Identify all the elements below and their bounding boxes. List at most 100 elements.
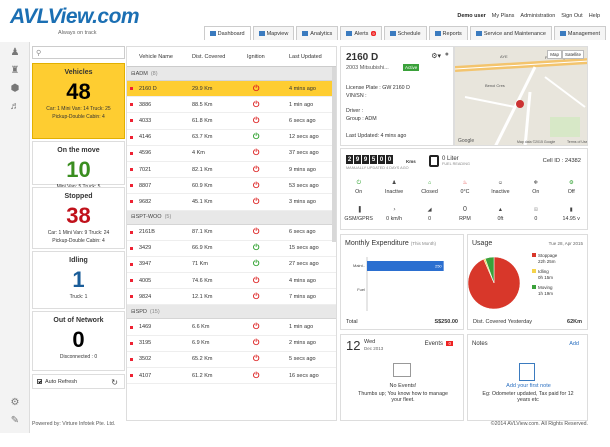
vehicle-name: 4005 xyxy=(139,277,152,284)
expenditure-chart: Maint.. 250 Fuel xyxy=(353,257,444,311)
map-type-control[interactable]: Map Satellite xyxy=(547,50,584,59)
power-icon: ⏻ xyxy=(253,115,260,125)
card-count: 1 xyxy=(72,267,85,292)
vehicle-name: 9824 xyxy=(139,293,152,300)
summary-card[interactable]: Vehicles 48 Car: 1 Mini Van: 14 Truck: 25 P… xyxy=(32,63,125,139)
distance: 65.2 Km xyxy=(192,356,213,363)
usage-chart: Stoppage22h 25m Idling0h 15m Moving1h 19m xyxy=(468,253,558,310)
distance: 63.7 Km xyxy=(192,134,213,141)
ignition-cell: ⏻ xyxy=(247,323,289,331)
calendar-icon xyxy=(393,363,411,377)
tab-analytics[interactable]: Analytics xyxy=(296,26,339,40)
table-scrollbar[interactable] xyxy=(332,67,336,242)
total-value: S$250.00 xyxy=(434,319,458,325)
bar-category-label: Fuel xyxy=(357,287,365,292)
add-note-button[interactable]: Add xyxy=(569,341,579,347)
satellite-icon: ☉ xyxy=(533,207,539,213)
ignition-cell: ⏻ xyxy=(247,100,289,109)
last-updated: 4 mins ago xyxy=(289,277,316,284)
map-label-aye: AYE xyxy=(500,54,508,59)
table-row[interactable]: 7021 82.1 Km ⏻ 9 mins ago xyxy=(127,162,336,179)
tab-reports[interactable]: Reports xyxy=(428,26,468,40)
tab-alerts[interactable]: Alerts 9 xyxy=(340,26,382,40)
table-group[interactable]: ⊟ SPT-WOO (5) xyxy=(127,210,336,225)
tab-service-and-maintenance[interactable]: Service and Maintenance xyxy=(469,26,552,40)
status-label: Inactive xyxy=(385,189,404,195)
distance: 82.1 Km xyxy=(192,166,213,173)
vehicle-name: 1469 xyxy=(139,324,152,331)
status-label: 0 km/h xyxy=(386,216,403,222)
link-sign-out[interactable]: Sign Out xyxy=(561,13,582,19)
link-help[interactable]: Help xyxy=(589,13,600,19)
map-button[interactable]: Map xyxy=(547,50,562,59)
group: Group : ADM xyxy=(346,116,377,122)
distance: 61.2 Km xyxy=(192,372,213,379)
tab-label: Service and Maintenance xyxy=(483,30,546,37)
tab-mapview[interactable]: Mapview xyxy=(252,26,295,40)
search-box[interactable]: ⚲ xyxy=(32,46,125,59)
header-updated[interactable]: Last Updated xyxy=(289,54,335,60)
table-row[interactable]: 4146 63.7 Km ⏻ 12 secs ago xyxy=(127,130,336,146)
temperature-icon: ♨ xyxy=(462,180,468,186)
driver-icon[interactable]: ♬ xyxy=(9,102,21,112)
add-first-note[interactable]: Add your first note xyxy=(468,383,589,389)
table-row[interactable]: 3429 66.9 Km ⏻ 15 secs ago xyxy=(127,241,336,257)
tab-schedule[interactable]: Schedule xyxy=(383,26,427,40)
auto-refresh[interactable]: Auto Refresh ↻ xyxy=(32,374,125,389)
group-icon[interactable]: ♜ xyxy=(9,66,21,76)
table-row[interactable]: 3502 65.2 Km ⏻ 5 secs ago xyxy=(127,352,336,368)
pin-icon[interactable]: ● xyxy=(445,51,449,58)
vehicle-status-panel: 2 9 9 5 0 0 Kms MANUALLY UPDATED 4 DAYS AGO 0 … xyxy=(340,148,588,230)
header-vehicle[interactable]: Vehicle Name xyxy=(135,54,192,60)
table-row[interactable]: 2160 D 29.9 Km ⏻ 4 mins ago xyxy=(127,81,336,98)
vehicle-name: 2160 D xyxy=(139,85,157,92)
table-row[interactable]: 9824 12.1 Km ⏻ 7 mins ago xyxy=(127,289,336,306)
tab-dashboard[interactable]: Dashboard xyxy=(203,26,251,40)
link-my-plans[interactable]: My Plans xyxy=(492,13,515,19)
map-panel[interactable]: Pioneer Flyover AYE Benoi Cres Google Ma… xyxy=(454,46,588,146)
table-group[interactable]: ⊟ SPD (15) xyxy=(127,305,336,320)
power-icon: ⏻ xyxy=(253,164,260,174)
settings-icon[interactable]: ⚙ xyxy=(9,398,21,408)
table-row[interactable]: 4005 74.6 Km ⏻ 4 mins ago xyxy=(127,273,336,290)
summary-card[interactable]: Stopped 38 Car: 1 Mini Van: 9 Truck: 24 Pic… xyxy=(32,187,125,249)
satellite-button[interactable]: Satellite xyxy=(561,50,584,59)
table-row[interactable]: 8807 60.9 Km ⏻ 53 secs ago xyxy=(127,178,336,195)
map-data: Map data ©2015 Google xyxy=(517,140,555,144)
user-icon[interactable]: ♟ xyxy=(9,48,21,58)
table-row[interactable]: 3886 88.5 Km ⏻ 1 min ago xyxy=(127,97,336,114)
table-row[interactable]: 1469 6.6 Km ⏻ 1 min ago xyxy=(127,319,336,336)
events-empty: No Events! xyxy=(389,383,417,389)
summary-card[interactable]: Idling 1 Truck: 1 xyxy=(32,251,125,309)
map-terms[interactable]: Terms of Use xyxy=(567,140,588,144)
table-row[interactable]: 9682 45.1 Km ⏻ 3 mins ago xyxy=(127,194,336,211)
vehicle-model: 2003 Mitsubishi... xyxy=(346,65,389,71)
table-row[interactable]: 4107 61.2 Km ⏻ 16 secs ago xyxy=(127,368,336,385)
table-row[interactable]: 4033 61.8 Km ⏻ 6 secs ago xyxy=(127,113,336,130)
link-administration[interactable]: Administration xyxy=(520,13,555,19)
map-canvas[interactable]: Pioneer Flyover AYE Benoi Cres Google Ma… xyxy=(455,47,588,146)
table-row[interactable]: 4596 4 Km ⏻ 37 secs ago xyxy=(127,146,336,162)
table-row[interactable]: 3947 71 Km ⏻ 27 secs ago xyxy=(127,257,336,274)
legend-duration: 1h 19m xyxy=(538,291,553,296)
summary-card[interactable]: Out of Network 0 Disconnected : 0 xyxy=(32,311,125,371)
events-msg: Thumbs up; You know how to manage your f… xyxy=(358,391,448,403)
gear-icon[interactable]: ⚙▾ xyxy=(431,52,441,60)
summary-card[interactable]: On the move10Mini Van: 5 Truck: 5 xyxy=(32,141,125,190)
header-distance[interactable]: Dist. Covered xyxy=(192,54,247,60)
card-count: 48 xyxy=(66,79,91,104)
table-row[interactable]: 2161B 87.1 Km ⏻ 6 secs ago xyxy=(127,225,336,241)
tab-management[interactable]: Management xyxy=(553,26,606,40)
user-name[interactable]: Demo user xyxy=(457,13,485,19)
status-item: ♨ 0°C xyxy=(447,177,482,195)
auto-refresh-checkbox[interactable] xyxy=(37,379,42,384)
table-row[interactable]: 3195 6.9 Km ⏻ 2 mins ago xyxy=(127,336,336,352)
refresh-icon[interactable]: ↻ xyxy=(111,378,118,387)
odometer-digit: 9 xyxy=(362,155,369,164)
vehicle-table: Vehicle Name Dist. Covered Ignition Last… xyxy=(126,46,337,421)
ignition-cell: ⏻ xyxy=(247,84,289,93)
footer: Powered by: Virture Infotek Pte. Ltd. ©2… xyxy=(0,418,610,430)
cube-icon[interactable]: ⬢ xyxy=(9,84,21,94)
table-group[interactable]: ⊟ ADM (8) xyxy=(127,67,336,81)
header-ignition[interactable]: Ignition xyxy=(247,54,289,60)
